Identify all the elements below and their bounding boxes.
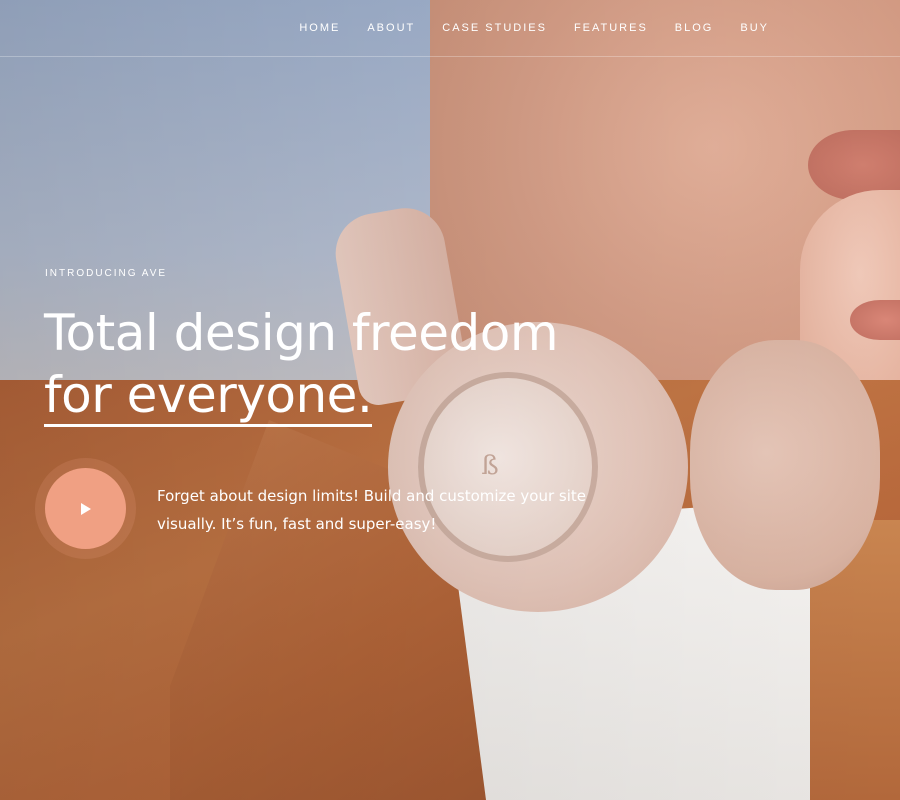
nav-link-about[interactable]: ABOUT: [367, 22, 415, 34]
hero-section: ß HOME ABOUT CASE STUDIES FEATURES BLOG …: [0, 0, 900, 800]
hero-headline: Total design freedom for everyone.: [44, 302, 559, 427]
headline-line-1: Total design freedom: [44, 304, 559, 362]
play-video-button[interactable]: [45, 468, 126, 549]
nav-link-buy[interactable]: BUY: [740, 22, 769, 34]
hero-eyebrow: INTRODUCING AVE: [45, 268, 168, 279]
nav-link-case-studies[interactable]: CASE STUDIES: [442, 22, 547, 34]
nav-menu: HOME ABOUT CASE STUDIES FEATURES BLOG BU…: [299, 22, 769, 34]
nav-link-home[interactable]: HOME: [299, 22, 340, 34]
headline-line-2: for everyone.: [44, 366, 373, 427]
top-navigation: HOME ABOUT CASE STUDIES FEATURES BLOG BU…: [0, 0, 900, 57]
nav-link-blog[interactable]: BLOG: [675, 22, 714, 34]
hero-description: Forget about design limits! Build and cu…: [157, 487, 587, 533]
play-icon: [81, 503, 91, 515]
nav-link-features[interactable]: FEATURES: [574, 22, 648, 34]
